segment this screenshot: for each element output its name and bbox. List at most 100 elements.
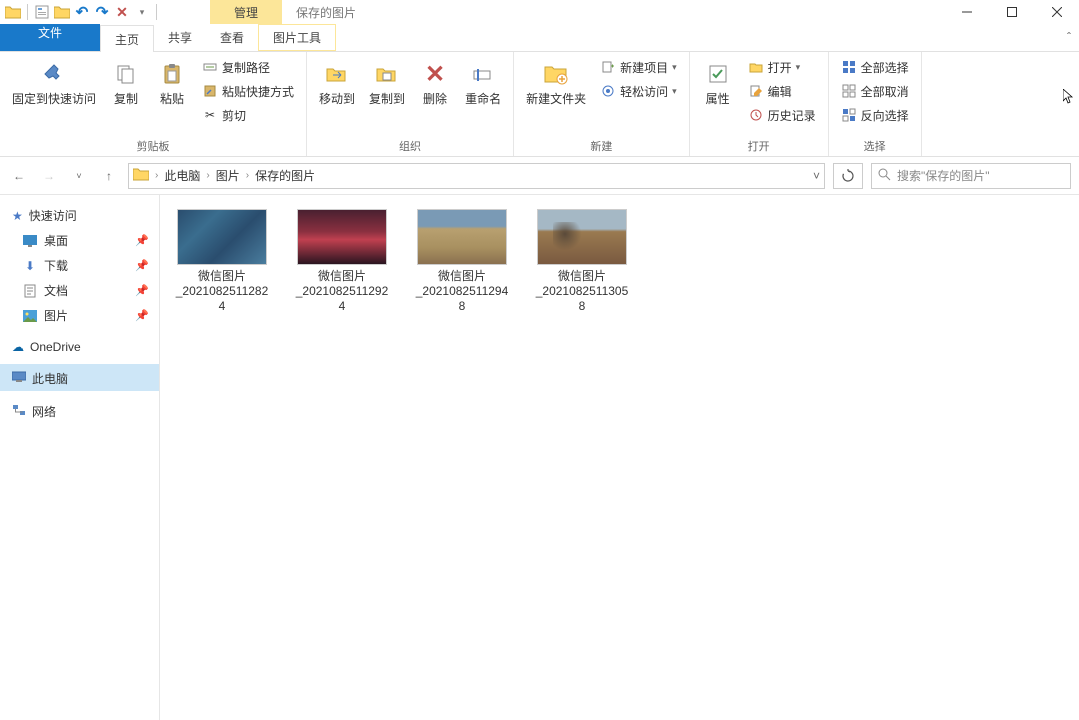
chevron-up-icon[interactable]: ˆ [1067, 30, 1071, 44]
chevron-down-icon[interactable]: ˅ [813, 169, 820, 183]
breadcrumb-item[interactable]: 保存的图片 [255, 167, 315, 184]
file-name: 微信图片_20210825112824 [176, 269, 269, 314]
nav-quick-access[interactable]: ★ 快速访问 [0, 201, 159, 228]
separator [27, 4, 28, 20]
file-item[interactable]: 微信图片_20210825112948 [412, 209, 512, 314]
file-item[interactable]: 微信图片_20210825112924 [292, 209, 392, 314]
nav-pictures[interactable]: 图片 📌 [0, 303, 159, 328]
minimize-button[interactable] [944, 0, 989, 24]
open-label: 打开 [768, 59, 792, 76]
move-to-button[interactable]: 移动到 [315, 56, 359, 108]
window-title: 保存的图片 [296, 4, 356, 21]
file-name: 微信图片_20210825112948 [416, 269, 509, 314]
cursor-icon [1063, 89, 1075, 108]
easy-access-button[interactable]: 轻松访问 ▾ [596, 80, 681, 102]
pin-icon: 📌 [135, 234, 149, 247]
pin-to-quick-button[interactable]: 固定到快速访问 [8, 56, 100, 108]
tab-picture-tools[interactable]: 图片工具 [258, 24, 336, 51]
up-button[interactable]: ↑ [98, 165, 120, 187]
star-icon: ★ [12, 209, 23, 223]
select-all-button[interactable]: 全部选择 [837, 56, 913, 78]
tab-view[interactable]: 查看 [206, 24, 258, 51]
nav-pane[interactable]: ★ 快速访问 桌面 📌 ⬇ 下载 📌 文档 📌 图片 📌 [0, 195, 160, 720]
refresh-button[interactable] [833, 163, 863, 189]
shortcut-icon [202, 83, 218, 99]
breadcrumb-item[interactable]: 此电脑 [164, 167, 200, 184]
recent-dropdown[interactable]: ˅ [68, 165, 90, 187]
chevron-right-icon[interactable]: › [206, 170, 209, 181]
edit-button[interactable]: 编辑 [744, 80, 820, 102]
new-folder-icon[interactable] [53, 3, 71, 21]
close-button[interactable] [1034, 0, 1079, 24]
paste-icon [156, 58, 188, 90]
copy-to-label: 复制到 [369, 92, 405, 106]
move-icon [321, 58, 353, 90]
nav-documents[interactable]: 文档 📌 [0, 278, 159, 303]
nav-this-pc[interactable]: 此电脑 [0, 364, 159, 391]
nav-network-label: 网络 [32, 403, 56, 420]
file-item[interactable]: 微信图片_20210825113058 [532, 209, 632, 314]
pin-icon [38, 58, 70, 90]
select-none-button[interactable]: 全部取消 [837, 80, 913, 102]
easy-access-icon [600, 83, 616, 99]
forward-button[interactable]: → [38, 165, 60, 187]
paste-shortcut-label: 粘贴快捷方式 [222, 83, 294, 100]
pin-label: 固定到快速访问 [12, 92, 96, 106]
copy-path-button[interactable]: 复制路径 [198, 56, 298, 78]
copy-to-button[interactable]: 复制到 [365, 56, 409, 108]
pin-icon: 📌 [135, 284, 149, 297]
group-clipboard-label: 剪贴板 [8, 136, 298, 154]
nav-desktop[interactable]: 桌面 📌 [0, 228, 159, 253]
paste-shortcut-button[interactable]: 粘贴快捷方式 [198, 80, 298, 102]
open-button[interactable]: 打开 ▾ [744, 56, 820, 78]
nav-network[interactable]: 网络 [0, 397, 159, 424]
breadcrumb-item[interactable]: 图片 [216, 167, 240, 184]
history-icon [748, 107, 764, 123]
cut-button[interactable]: ✂ 剪切 [198, 104, 298, 126]
properties-button[interactable]: 属性 [698, 56, 738, 108]
new-folder-icon [540, 58, 572, 90]
pin-icon: 📌 [135, 309, 149, 322]
x-icon: ✕ [419, 58, 451, 90]
invert-selection-button[interactable]: 反向选择 [837, 104, 913, 126]
copy-to-icon [371, 58, 403, 90]
rename-button[interactable]: 重命名 [461, 56, 505, 108]
paste-button[interactable]: 粘贴 [152, 56, 192, 108]
nav-onedrive-label: OneDrive [30, 340, 81, 354]
breadcrumb-bar[interactable]: › 此电脑 › 图片 › 保存的图片 ˅ [128, 163, 825, 189]
rename-icon [467, 58, 499, 90]
chevron-down-icon[interactable]: ▾ [133, 3, 151, 21]
history-button[interactable]: 历史记录 [744, 104, 820, 126]
redo-icon[interactable]: ↷ [93, 3, 111, 21]
tab-share[interactable]: 共享 [154, 24, 206, 51]
new-folder-button[interactable]: 新建文件夹 [522, 56, 590, 108]
tab-file[interactable]: 文件 [0, 24, 100, 51]
copy-label: 复制 [114, 92, 138, 106]
content-area[interactable]: 微信图片_20210825112824 微信图片_20210825112924 微信… [160, 195, 1079, 720]
paste-label: 粘贴 [160, 92, 184, 106]
nav-onedrive[interactable]: ☁ OneDrive [0, 334, 159, 358]
checkmark-icon [702, 58, 734, 90]
tab-home[interactable]: 主页 [100, 25, 154, 52]
chevron-right-icon[interactable]: › [246, 170, 249, 181]
title-bar: ↶ ↷ ✕ ▾ 管理 保存的图片 [0, 0, 1079, 24]
pin-icon: 📌 [135, 259, 149, 272]
thumbnail [297, 209, 387, 265]
file-item[interactable]: 微信图片_20210825112824 [172, 209, 272, 314]
group-open-label: 打开 [698, 136, 820, 154]
copy-button[interactable]: 复制 [106, 56, 146, 108]
file-name: 微信图片_20210825112924 [296, 269, 389, 314]
ribbon-collapse[interactable]: ˆ [1067, 30, 1071, 44]
undo-icon[interactable]: ↶ [73, 3, 91, 21]
nav-downloads[interactable]: ⬇ 下载 📌 [0, 253, 159, 278]
properties-icon[interactable] [33, 3, 51, 21]
network-icon [12, 404, 26, 419]
maximize-button[interactable] [989, 0, 1034, 24]
delete-button[interactable]: ✕ 删除 [415, 56, 455, 108]
chevron-right-icon[interactable]: › [155, 170, 158, 181]
back-button[interactable]: ← [8, 165, 30, 187]
delete-icon[interactable]: ✕ [113, 3, 131, 21]
search-input[interactable] [897, 169, 1064, 183]
new-item-button[interactable]: 新建项目 ▾ [596, 56, 681, 78]
search-box[interactable] [871, 163, 1071, 189]
